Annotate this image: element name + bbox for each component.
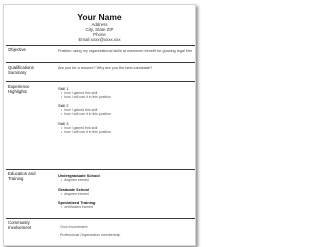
objective-text: Position using my organizational skills … bbox=[58, 49, 193, 53]
education-heading-line2: Training bbox=[8, 175, 24, 181]
section-divider bbox=[6, 81, 195, 82]
community-heading: Community Involvement bbox=[8, 220, 48, 231]
community-item: Professional Organization membership bbox=[60, 233, 121, 237]
email-line: Email xxxx@xxxx.xxx bbox=[78, 37, 121, 42]
section-divider bbox=[6, 169, 195, 170]
community-heading-line2: Involvement bbox=[8, 224, 32, 230]
skill-bullet: how I will use it in this position bbox=[61, 95, 111, 99]
skill-bullet: how I will use it in this position bbox=[61, 112, 111, 116]
experience-heading: Experience Highlights bbox=[8, 84, 48, 95]
education-entry-detail: degrees earned bbox=[61, 178, 89, 182]
experience-heading-line2: Highlights bbox=[8, 88, 27, 94]
community-item: Civic Involvement bbox=[60, 225, 88, 229]
education-entry-detail: degrees earned bbox=[61, 192, 89, 196]
section-divider bbox=[6, 62, 195, 63]
qualifications-heading: Qualifications Summary bbox=[8, 65, 48, 76]
resume-name: Your Name bbox=[77, 12, 122, 22]
education-entry-detail: certificates earned bbox=[61, 205, 93, 209]
section-divider bbox=[6, 218, 195, 219]
resume-page: Your Name Address City, State ZIP Phone … bbox=[3, 4, 196, 246]
section-divider bbox=[6, 45, 195, 46]
education-heading: Education and Training bbox=[8, 171, 48, 182]
skill-bullet: how I will use it in this position bbox=[61, 130, 111, 134]
objective-heading: Objective bbox=[8, 47, 26, 52]
qualifications-text: Are you for a resume? Why are you the be… bbox=[58, 66, 153, 70]
qualifications-heading-line2: Summary bbox=[8, 69, 27, 75]
